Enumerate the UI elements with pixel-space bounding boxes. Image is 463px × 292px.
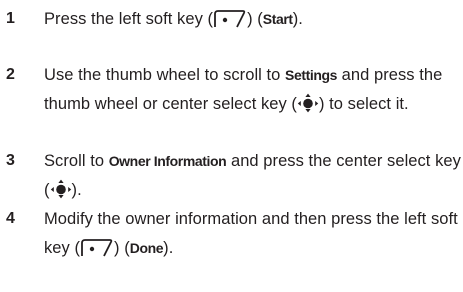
step-text: Scroll to Owner Information and press th… [44,147,462,204]
step-number: 2 [6,66,15,83]
step-text: Press the left soft key ( ) (Start). [44,5,462,34]
center-select-key-icon [297,93,319,112]
left-soft-key-icon [81,238,113,256]
step-text-segment: ) to select it. [318,94,409,113]
step-text-segment: Use the thumb wheel to scroll to [44,66,286,84]
step-text-segment: ). [292,10,303,28]
center-select-key-icon [50,179,71,198]
step-number: 1 [6,10,15,27]
menu-label-owner-information: Owner Information [108,153,227,169]
left-soft-key-icon [214,10,246,28]
step-text-segment: ). [163,238,174,257]
step-text: Modify the owner information and then pr… [44,205,462,262]
step-text: Use the thumb wheel to scroll to Setting… [44,61,462,118]
key-label-start: Start [262,11,293,27]
step-number: 4 [6,210,15,227]
step-text-segment: Scroll to [44,152,109,170]
menu-label-settings: Settings [285,67,338,83]
step-text-segment: ) ( [247,10,263,28]
step-number: 3 [6,152,15,169]
key-label-done: Done [129,239,164,256]
step-text-segment: ) ( [114,238,130,257]
step-text-segment: Press the left soft key ( [44,10,214,28]
step-text-segment: ). [71,180,82,199]
